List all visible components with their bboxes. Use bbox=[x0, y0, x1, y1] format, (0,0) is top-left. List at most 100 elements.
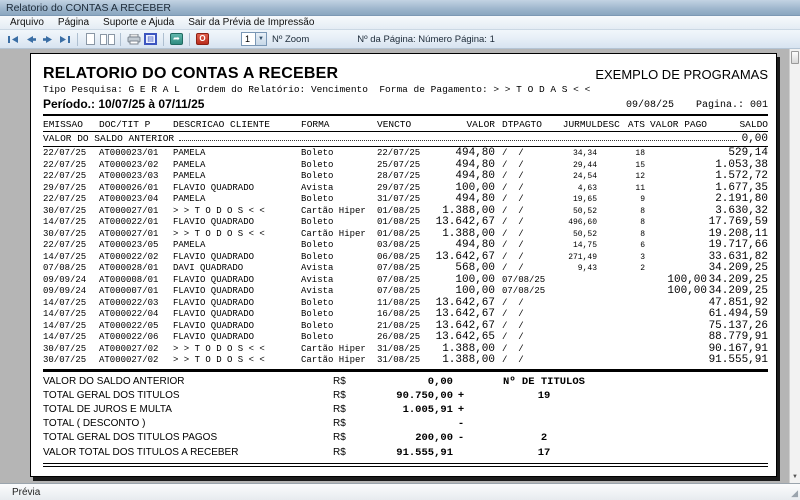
summary-count: 19 bbox=[469, 389, 619, 403]
cell-saldo: 88.779,91 bbox=[707, 332, 768, 344]
cell-vencto: 21/08/25 bbox=[377, 321, 433, 333]
cell-doc: AT000023/03 bbox=[99, 171, 173, 183]
menu-sair-da-previa[interactable]: Sair da Prévia de Impressão bbox=[182, 17, 320, 28]
app-window: Relatorio do CONTAS A RECEBER Arquivo Pá… bbox=[0, 0, 800, 500]
exit-preview-button[interactable]: O bbox=[194, 32, 211, 47]
cell-cliente: FLAVIO QUADRADO bbox=[173, 275, 301, 287]
cell-doc: AT000023/02 bbox=[99, 160, 173, 172]
cell-dtpagto: / / bbox=[495, 183, 551, 195]
toolbar-separator bbox=[120, 33, 121, 46]
cell-cliente: > > T O D O S < < bbox=[173, 344, 301, 356]
cell-forma: Boleto bbox=[301, 309, 377, 321]
printer-icon bbox=[127, 34, 141, 45]
last-page-button[interactable] bbox=[56, 32, 73, 47]
cell-vencto: 25/07/25 bbox=[377, 160, 433, 172]
cell-ats: 12 bbox=[617, 171, 645, 183]
cell-emissao: 22/07/25 bbox=[43, 194, 99, 206]
cell-forma: Boleto bbox=[301, 298, 377, 310]
cell-forma: Avista bbox=[301, 263, 377, 275]
zoom-select[interactable]: 1 ▼ bbox=[241, 32, 267, 46]
next-page-button[interactable] bbox=[39, 32, 56, 47]
table-row: 09/09/24 AT000007/01 FLAVIO QUADRADO Avi… bbox=[43, 286, 768, 298]
two-page-icon bbox=[100, 34, 115, 45]
report-title: RELATORIO DO CONTAS A RECEBER bbox=[43, 65, 338, 83]
cell-vencto: 16/08/25 bbox=[377, 309, 433, 321]
scrollbar-down-arrow[interactable]: ▼ bbox=[790, 472, 800, 482]
cell-saldo: 17.769,59 bbox=[707, 217, 768, 229]
cell-cliente: FLAVIO QUADRADO bbox=[173, 252, 301, 264]
cell-ats: 11 bbox=[617, 183, 645, 195]
cell-forma: Avista bbox=[301, 183, 377, 195]
print-button[interactable] bbox=[125, 32, 142, 47]
cell-vencto: 07/08/25 bbox=[377, 286, 433, 298]
cell-emissao: 09/09/24 bbox=[43, 275, 99, 287]
cell-ats: 6 bbox=[617, 240, 645, 252]
cell-forma: Cartão Hiper bbox=[301, 344, 377, 356]
cell-forma: Boleto bbox=[301, 240, 377, 252]
cell-cliente: FLAVIO QUADRADO bbox=[173, 309, 301, 321]
cell-emissao: 07/08/25 bbox=[43, 263, 99, 275]
table-row: 14/07/25 AT000022/03 FLAVIO QUADRADO Bol… bbox=[43, 298, 768, 310]
cell-ats: 3 bbox=[617, 252, 645, 264]
scrollbar-thumb[interactable] bbox=[791, 51, 799, 64]
col-emissao: EMISSAO bbox=[43, 118, 99, 131]
cell-cliente: FLAVIO QUADRADO bbox=[173, 332, 301, 344]
summary-value: 0,00 bbox=[367, 375, 453, 389]
two-page-view-button[interactable] bbox=[99, 32, 116, 47]
single-page-view-button[interactable] bbox=[82, 32, 99, 47]
company-name: EXEMPLO DE PROGRAMAS bbox=[595, 65, 768, 82]
cell-valor: 100,00 bbox=[433, 286, 495, 298]
first-page-button[interactable] bbox=[5, 32, 22, 47]
export-button[interactable]: ➦ bbox=[168, 32, 185, 47]
cell-emissao: 14/07/25 bbox=[43, 252, 99, 264]
cell-emissao: 30/07/25 bbox=[43, 344, 99, 356]
cell-emissao: 22/07/25 bbox=[43, 240, 99, 252]
cell-doc: AT000022/05 bbox=[99, 321, 173, 333]
summary-label: TOTAL GERAL DOS TITULOS bbox=[43, 389, 333, 403]
cell-dtpagto: / / bbox=[495, 332, 551, 344]
cell-dtpagto: / / bbox=[495, 194, 551, 206]
cell-doc: AT000023/04 bbox=[99, 194, 173, 206]
cell-emissao: 30/07/25 bbox=[43, 355, 99, 367]
cell-ats: 9 bbox=[617, 194, 645, 206]
printer-setup-button[interactable]: ▤ bbox=[142, 32, 159, 47]
dot-leader bbox=[179, 140, 736, 141]
col-doc: DOC/TIT P bbox=[99, 118, 173, 131]
col-ats: ATS bbox=[617, 118, 645, 131]
col-vencto: VENCTO bbox=[377, 118, 433, 131]
cell-emissao: 22/07/25 bbox=[43, 148, 99, 160]
cell-dtpagto: / / bbox=[495, 229, 551, 241]
cell-doc: AT000022/03 bbox=[99, 298, 173, 310]
cell-vencto: 11/08/25 bbox=[377, 298, 433, 310]
resize-grip[interactable]: ◢ bbox=[791, 488, 798, 499]
vertical-scrollbar[interactable]: ▼ bbox=[789, 49, 800, 483]
menu-arquivo[interactable]: Arquivo bbox=[4, 17, 50, 28]
divider bbox=[43, 369, 768, 372]
cell-cliente: PAMELA bbox=[173, 171, 301, 183]
double-divider bbox=[43, 463, 768, 467]
table-row: 09/09/24 AT000008/01 FLAVIO QUADRADO Avi… bbox=[43, 275, 768, 287]
cell-dtpagto: / / bbox=[495, 263, 551, 275]
first-page-icon bbox=[7, 35, 20, 44]
zoom-value: 1 bbox=[242, 34, 255, 44]
menu-suporte-e-ajuda[interactable]: Suporte e Ajuda bbox=[97, 17, 180, 28]
previous-page-button[interactable] bbox=[22, 32, 39, 47]
menu-pagina[interactable]: Página bbox=[52, 17, 95, 28]
cell-doc: AT000022/04 bbox=[99, 309, 173, 321]
cell-jurmul: 50,52 bbox=[551, 206, 597, 218]
cell-valor: 568,00 bbox=[433, 263, 495, 275]
col-forma: FORMA bbox=[301, 118, 377, 131]
cell-forma: Avista bbox=[301, 275, 377, 287]
chevron-down-icon[interactable]: ▼ bbox=[255, 33, 266, 45]
title-bar: Relatorio do CONTAS A RECEBER bbox=[0, 0, 800, 16]
table-row: 30/07/25 AT000027/02 > > T O D O S < < C… bbox=[43, 355, 768, 367]
report-page: RELATORIO DO CONTAS A RECEBER EXEMPLO DE… bbox=[30, 53, 777, 477]
cell-ats: 15 bbox=[617, 160, 645, 172]
summary-label: VALOR TOTAL DOS TITULOS A RECEBER bbox=[43, 446, 333, 460]
cell-doc: AT000026/01 bbox=[99, 183, 173, 195]
cell-vencto: 26/08/25 bbox=[377, 332, 433, 344]
cell-forma: Cartão Hiper bbox=[301, 206, 377, 218]
cell-dtpagto: / / bbox=[495, 148, 551, 160]
summary-label: TOTAL GERAL DOS TITULOS PAGOS bbox=[43, 431, 333, 445]
cell-emissao: 14/07/25 bbox=[43, 332, 99, 344]
